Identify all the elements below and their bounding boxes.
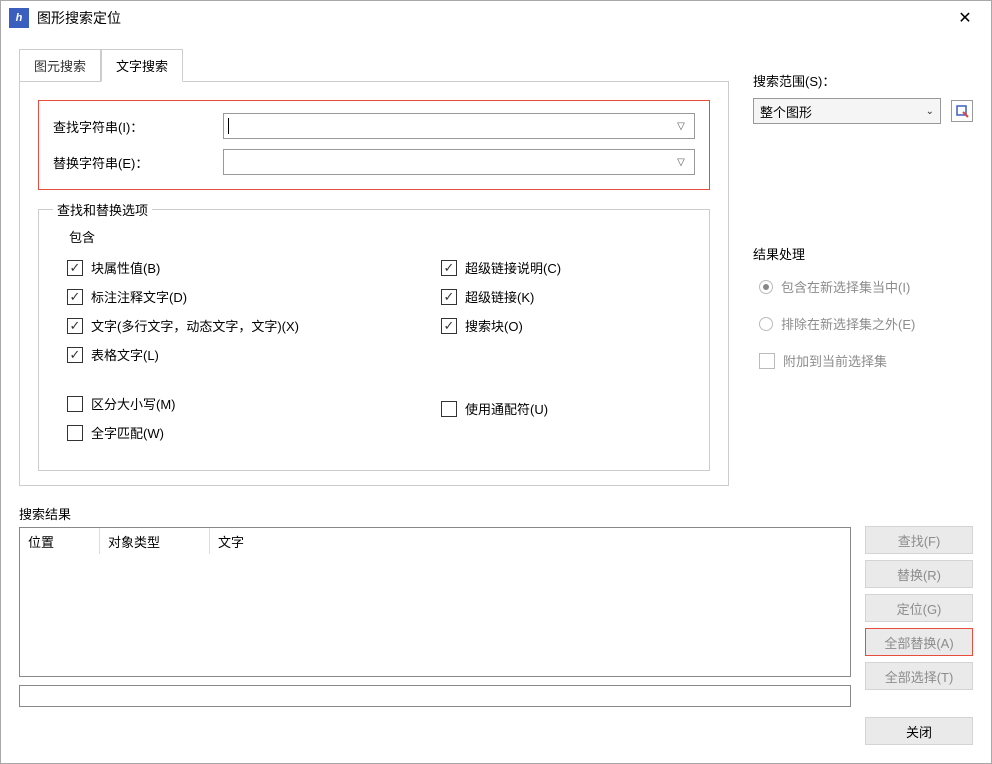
chk-text-multi-row: 文字(多行文字，动态文字，文字)(X) [67,316,441,335]
replace-all-button[interactable]: 全部替换(A) [865,628,973,656]
radio-exclude-label: 排除在新选择集之外(E) [781,314,915,333]
chk-case-row: 区分大小写(M) [67,394,441,413]
options-legend: 查找和替换选项 [53,200,152,219]
tab-strip: 图元搜索 文字搜索 [19,49,729,82]
chk-wildcard-label[interactable]: 使用通配符(U) [465,399,548,418]
include-legend: 包含 [69,227,681,246]
results-column: 搜索结果 位置 对象类型 文字 [19,504,851,707]
chk-hyperlink-desc-row: 超级链接说明(C) [441,258,681,277]
bottom-section: 搜索结果 位置 对象类型 文字 查找(F) 替换(R) 定位(G) 全部替换(A… [19,504,973,707]
chk-case-label[interactable]: 区分大小写(M) [91,394,176,413]
content-area: 图元搜索 文字搜索 查找字符串(I)： ▽ [1,35,991,763]
find-row: 查找字符串(I)： ▽ [53,113,695,139]
chk-append-label: 附加到当前选择集 [783,351,887,370]
radio-include [759,280,773,294]
chk-append-row: 附加到当前选择集 [759,351,973,370]
chk-table-text[interactable] [67,347,83,363]
replace-label: 替换字符串(E)： [53,153,223,172]
close-button[interactable]: 关闭 [865,717,973,745]
chk-case-sensitive[interactable] [67,396,83,412]
right-column: 搜索范围(S)： 整个图形 ⌄ 结果处理 [753,49,973,486]
chk-search-block[interactable] [441,318,457,334]
radio-exclude-row: 排除在新选择集之外(E) [759,314,973,333]
chk-hyperlink-desc[interactable] [441,260,457,276]
radio-include-label: 包含在新选择集当中(I) [781,277,910,296]
chk-wildcard[interactable] [441,401,457,417]
find-input[interactable] [229,119,672,134]
chk-whole-word-row: 全字匹配(W) [67,423,441,442]
dialog-window: h 图形搜索定位 ✕ 图元搜索 文字搜索 查找字符串(I)： [0,0,992,764]
status-bar [19,685,851,707]
find-replace-fields: 查找字符串(I)： ▽ 替换字符串(E)： ▽ [38,100,710,190]
app-icon: h [9,8,29,28]
chk-search-block-label[interactable]: 搜索块(O) [465,316,523,335]
scope-label: 搜索范围(S)： [753,71,973,90]
close-row: 关闭 [19,717,973,745]
replace-input[interactable] [228,155,672,170]
tab-panel: 查找字符串(I)： ▽ 替换字符串(E)： ▽ [19,81,729,486]
chevron-down-icon[interactable]: ▽ [672,157,690,168]
radio-include-row: 包含在新选择集当中(I) [759,277,973,296]
top-section: 图元搜索 文字搜索 查找字符串(I)： ▽ [19,49,973,486]
chk-whole-word-label[interactable]: 全字匹配(W) [91,423,164,442]
chk-block-attr-row: 块属性值(B) [67,258,441,277]
chk-hyperlink-desc-label[interactable]: 超级链接说明(C) [465,258,561,277]
col-text[interactable]: 文字 [210,528,850,554]
pick-object-icon[interactable] [951,100,973,122]
include-fieldset: 包含 块属性值(B) 标注注释文字(D) [53,227,695,456]
chevron-down-icon[interactable]: ▽ [672,121,690,132]
options-fieldset: 查找和替换选项 包含 块属性值(B) [38,200,710,471]
include-col-left: 块属性值(B) 标注注释文字(D) 文字(多行文字，动态文字，文字)(X) [67,248,441,442]
chk-text-multi[interactable] [67,318,83,334]
window-title: 图形搜索定位 [37,8,947,28]
include-col-right: 超级链接说明(C) 超级链接(K) 搜索块(O) [441,248,681,442]
result-legend: 结果处理 [753,244,973,263]
locate-button[interactable]: 定位(G) [865,594,973,622]
radio-exclude [759,317,773,331]
chk-annotation[interactable] [67,289,83,305]
select-all-button[interactable]: 全部选择(T) [865,662,973,690]
col-position[interactable]: 位置 [20,528,100,554]
chk-text-multi-label[interactable]: 文字(多行文字，动态文字，文字)(X) [91,316,299,335]
close-icon[interactable]: ✕ [947,4,983,32]
find-label: 查找字符串(I)： [53,117,223,136]
chk-search-block-row: 搜索块(O) [441,316,681,335]
replace-button[interactable]: 替换(R) [865,560,973,588]
result-processing-group: 结果处理 包含在新选择集当中(I) 排除在新选择集之外(E) 附加到当前选择集 [753,244,973,370]
chk-hyperlink-label[interactable]: 超级链接(K) [465,287,534,306]
include-grid: 块属性值(B) 标注注释文字(D) 文字(多行文字，动态文字，文字)(X) [67,248,681,442]
col-type[interactable]: 对象类型 [100,528,210,554]
left-column: 图元搜索 文字搜索 查找字符串(I)： ▽ [19,49,729,486]
chk-whole-word[interactable] [67,425,83,441]
scope-select[interactable]: 整个图形 ⌄ [753,98,941,124]
titlebar: h 图形搜索定位 ✕ [1,1,991,35]
action-buttons: 查找(F) 替换(R) 定位(G) 全部替换(A) 全部选择(T) [865,504,973,707]
find-button[interactable]: 查找(F) [865,526,973,554]
chk-annotation-row: 标注注释文字(D) [67,287,441,306]
chk-wildcard-row: 使用通配符(U) [441,399,681,418]
scope-value: 整个图形 [760,102,926,121]
replace-combo[interactable]: ▽ [223,149,695,175]
chk-hyperlink[interactable] [441,289,457,305]
tab-text-search[interactable]: 文字搜索 [101,49,183,82]
tab-primitive-search[interactable]: 图元搜索 [19,49,101,82]
chevron-down-icon: ⌄ [926,106,934,117]
chk-annotation-label[interactable]: 标注注释文字(D) [91,287,187,306]
chk-block-attr-label[interactable]: 块属性值(B) [91,258,160,277]
chk-block-attr[interactable] [67,260,83,276]
scope-row: 整个图形 ⌄ [753,98,973,124]
chk-hyperlink-row: 超级链接(K) [441,287,681,306]
results-label: 搜索结果 [19,504,851,523]
chk-table-text-label[interactable]: 表格文字(L) [91,345,159,364]
find-combo[interactable]: ▽ [223,113,695,139]
results-table[interactable]: 位置 对象类型 文字 [19,527,851,677]
table-header: 位置 对象类型 文字 [20,528,850,554]
replace-row: 替换字符串(E)： ▽ [53,149,695,175]
chk-append [759,353,775,369]
chk-table-text-row: 表格文字(L) [67,345,441,364]
